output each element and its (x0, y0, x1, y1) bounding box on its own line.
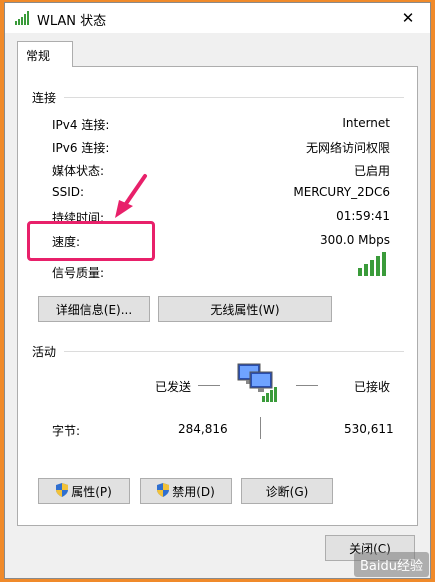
activity-divider (64, 351, 404, 352)
duration-value: 01:59:41 (336, 209, 390, 223)
wireless-properties-button[interactable]: 无线属性(W) (158, 296, 332, 322)
connection-divider (64, 97, 404, 98)
close-icon[interactable]: ✕ (386, 3, 430, 33)
bytes-sent-value: 284,816 (178, 422, 228, 436)
media-state-value: 已启用 (353, 164, 390, 178)
bytes-received-value: 530,611 (344, 422, 394, 436)
ipv4-label: IPv4 连接: (52, 118, 110, 132)
network-computers-icon (237, 363, 277, 402)
ipv6-value: 无网络访问权限 (305, 141, 390, 155)
ssid-value: MERCURY_2DC6 (293, 185, 390, 199)
speed-value: 300.0 Mbps (319, 233, 390, 247)
watermark: Baidu经验 (354, 552, 429, 577)
received-line (296, 385, 318, 386)
sent-line (198, 385, 220, 386)
received-label: 已接收 (354, 380, 391, 394)
title-bar[interactable]: WLAN 状态 ✕ (5, 3, 430, 33)
bytes-divider (260, 417, 261, 439)
wlan-status-window: WLAN 状态 ✕ 常规 连接 IPv4 连接: Internet IPv6 连… (4, 2, 431, 579)
tab-general[interactable]: 常规 (17, 41, 73, 67)
ipv6-label: IPv6 连接: (52, 141, 110, 155)
signal-strength-icon (358, 252, 386, 276)
bytes-label: 字节: (52, 424, 81, 438)
disable-button-label: 禁用(D) (172, 484, 215, 499)
connection-section-label: 连接 (32, 91, 57, 105)
shield-icon (157, 482, 170, 500)
sent-label: 已发送 (155, 380, 192, 394)
ssid-label: SSID: (52, 185, 85, 199)
details-button[interactable]: 详细信息(E)... (38, 296, 150, 322)
wifi-signal-icon (15, 11, 29, 25)
diagnose-button[interactable]: 诊断(G) (241, 478, 333, 504)
signal-quality-label: 信号质量: (52, 266, 105, 280)
properties-button-label: 属性(P) (71, 484, 112, 499)
properties-button[interactable]: 属性(P) (38, 478, 130, 504)
general-panel: 连接 IPv4 连接: Internet IPv6 连接: 无网络访问权限 媒体… (17, 66, 418, 526)
pointer-arrow-icon (115, 174, 147, 218)
ipv4-value: Internet (342, 116, 390, 130)
disable-button[interactable]: 禁用(D) (140, 478, 232, 504)
window-title: WLAN 状态 (37, 14, 107, 29)
media-state-label: 媒体状态: (52, 164, 105, 178)
activity-section-label: 活动 (32, 345, 57, 359)
shield-icon (56, 482, 69, 500)
